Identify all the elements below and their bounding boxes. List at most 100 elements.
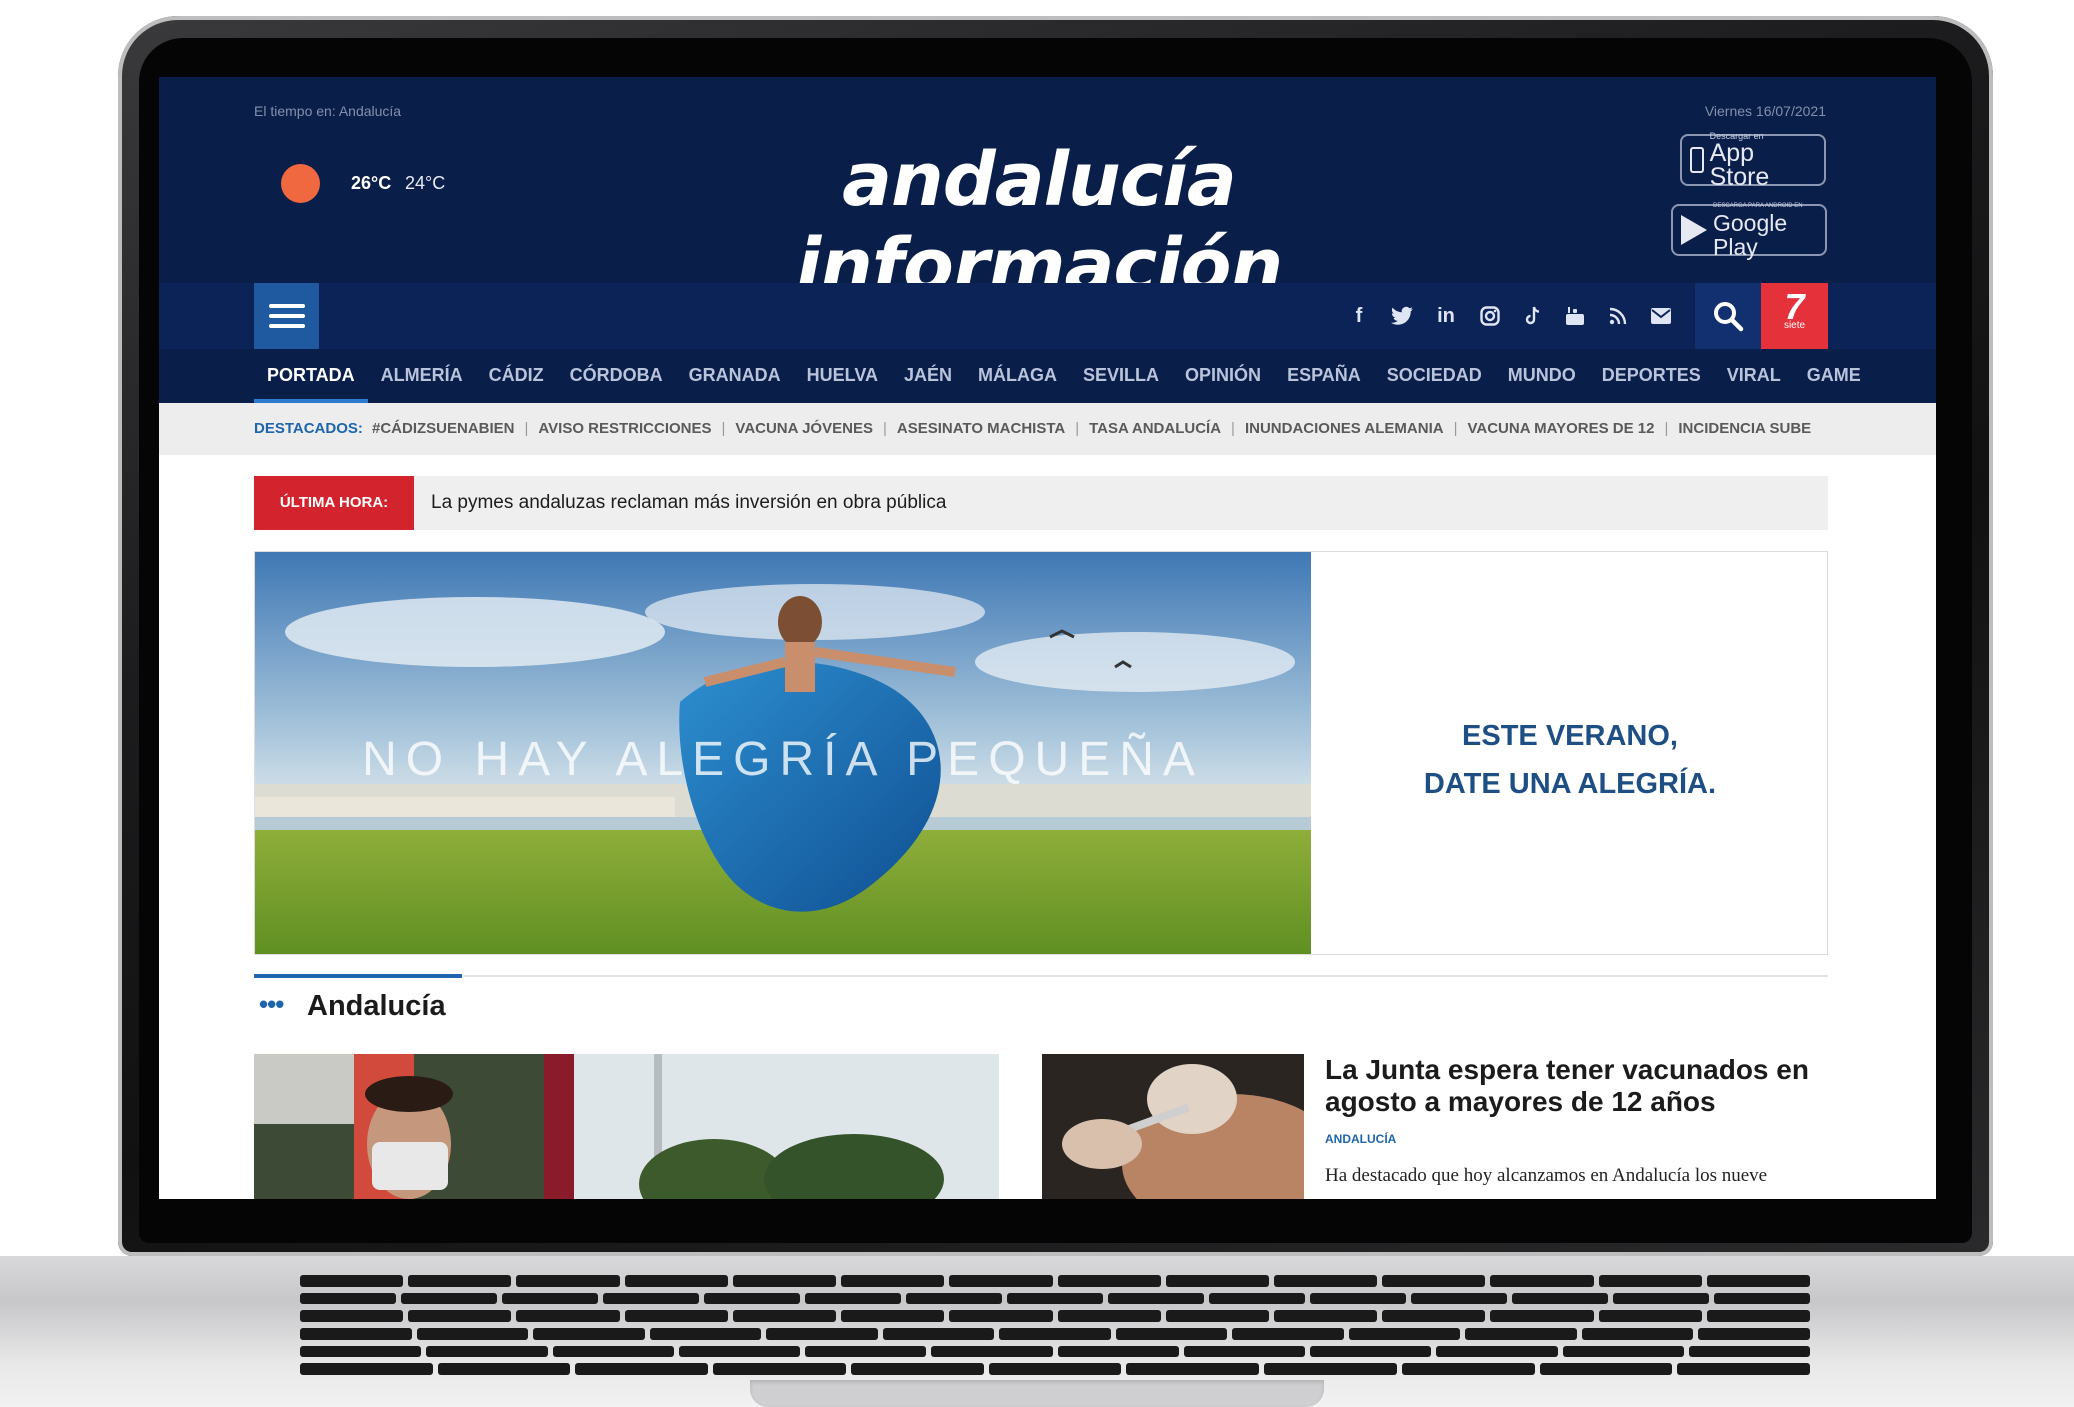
keyboard-key: [805, 1345, 927, 1358]
google-play-button[interactable]: DESCARGA PARA ANDROID EN Google Play: [1671, 203, 1827, 259]
featured-separator: |: [1075, 420, 1080, 437]
browser-screen: El tiempo en: Andalucía 26°C 24°C andalu…: [159, 77, 1936, 1199]
play-icon: [1681, 215, 1707, 245]
nav-item-viral[interactable]: VIRAL: [1714, 349, 1794, 403]
keyboard-key: [1598, 1310, 1702, 1323]
article-thumbnail[interactable]: [1042, 1054, 1304, 1199]
article-main-image[interactable]: [254, 1054, 999, 1199]
featured-separator: |: [882, 420, 887, 437]
site-header: El tiempo en: Andalucía 26°C 24°C andalu…: [159, 77, 1936, 309]
laptop-notch: [750, 1380, 1324, 1407]
keyboard-key: [1677, 1363, 1811, 1376]
article-category[interactable]: ANDALUCÍA: [1325, 1132, 1396, 1146]
facebook-icon[interactable]: f: [1345, 302, 1373, 330]
nav-item-granada[interactable]: GRANADA: [676, 349, 794, 403]
nav-item-mundo[interactable]: MUNDO: [1495, 349, 1589, 403]
featured-topic-link[interactable]: ASESINATO MACHISTA: [897, 420, 1065, 437]
keyboard-key: [1165, 1310, 1269, 1323]
keyboard-key: [1057, 1275, 1161, 1287]
breaking-news-bar: ÚLTIMA HORA: La pymes andaluzas reclaman…: [254, 476, 1828, 530]
keyboard-key: [1598, 1275, 1702, 1287]
keyboard-key: [1539, 1363, 1673, 1376]
keyboard-key: [300, 1345, 422, 1358]
featured-topic-link[interactable]: TASA ANDALUCÍA: [1089, 420, 1221, 437]
advertisement-banner[interactable]: NO HAY ALEGRÍA PEQUEÑA ESTE VERANO, DATE…: [254, 551, 1828, 955]
nav-item-huelva[interactable]: HUELVA: [794, 349, 891, 403]
keyboard-row: [300, 1345, 1810, 1358]
keyboard-key: [841, 1310, 945, 1323]
nav-item-sevilla[interactable]: SEVILLA: [1070, 349, 1172, 403]
keyboard-key: [841, 1275, 945, 1287]
featured-topic-link[interactable]: VACUNA MAYORES DE 12: [1467, 420, 1654, 437]
ad-slogan-right: ESTE VERANO, DATE UNA ALEGRÍA.: [1311, 712, 1827, 808]
keyboard-key: [1264, 1363, 1397, 1376]
hamburger-icon-line: [268, 324, 305, 328]
keyboard-key: [1698, 1328, 1810, 1340]
featured-topic-link[interactable]: AVISO RESTRICCIONES: [538, 420, 711, 437]
nav-item-málaga[interactable]: MÁLAGA: [965, 349, 1070, 403]
temperature-min: 24°C: [405, 173, 446, 193]
keyboard-key: [1273, 1310, 1378, 1323]
nav-item-opinión[interactable]: OPINIÓN: [1172, 349, 1274, 403]
sun-icon: [281, 164, 320, 203]
keyboard-row: [300, 1275, 1811, 1287]
section-title[interactable]: Andalucía: [307, 990, 446, 1023]
keyboard-key: [949, 1310, 1053, 1323]
keyboard-key: [603, 1292, 699, 1305]
ad-slogan-right-line1: ESTE VERANO,: [1462, 720, 1678, 752]
nav-item-game[interactable]: GAME: [1794, 349, 1874, 403]
phone-icon: [1690, 147, 1704, 173]
app-store-button[interactable]: Descargar en App Store: [1680, 131, 1826, 191]
keyboard-key: [1382, 1310, 1486, 1323]
featured-separator: |: [721, 420, 726, 437]
app-store-label: App Store: [1709, 138, 1770, 191]
nav-item-cádiz[interactable]: CÁDIZ: [476, 349, 557, 403]
search-button[interactable]: [1695, 283, 1761, 349]
featured-topic-link[interactable]: VACUNA JÓVENES: [735, 420, 873, 437]
twitter-icon[interactable]: [1388, 302, 1416, 330]
siete-tv-button[interactable]: 7 siete: [1761, 283, 1828, 349]
nav-item-almería[interactable]: ALMERÍA: [368, 349, 476, 403]
keyboard-key: [437, 1363, 571, 1376]
featured-topic-link[interactable]: #CÁDIZSUENABIEN: [372, 420, 515, 437]
hamburger-icon-line: [268, 314, 305, 318]
keyboard-key: [1007, 1292, 1103, 1305]
keyboard-key: [1115, 1328, 1228, 1340]
section-dots-icon: •••: [259, 989, 284, 1019]
search-icon: [1714, 302, 1744, 332]
mail-icon[interactable]: [1647, 302, 1675, 330]
keyboard-key: [575, 1363, 709, 1376]
keyboard-key: [300, 1292, 396, 1305]
nav-item-deportes[interactable]: DEPORTES: [1589, 349, 1714, 403]
keyboard-key: [678, 1345, 800, 1358]
nav-item-españa[interactable]: ESPAÑA: [1274, 349, 1374, 403]
rss-icon[interactable]: [1604, 302, 1632, 330]
nav-item-portada[interactable]: PORTADA: [254, 349, 368, 403]
keyboard-key: [766, 1328, 878, 1340]
breaking-news-headline[interactable]: La pymes andaluzas reclaman más inversió…: [431, 476, 946, 530]
nav-item-jaén[interactable]: JAÉN: [891, 349, 965, 403]
nav-item-sociedad[interactable]: SOCIEDAD: [1374, 349, 1495, 403]
featured-separator: |: [1664, 420, 1669, 437]
linkedin-icon[interactable]: in: [1432, 302, 1460, 330]
keyboard-key: [1183, 1345, 1305, 1358]
keyboard-key: [1714, 1292, 1810, 1305]
breaking-news-label: ÚLTIMA HORA:: [254, 476, 414, 530]
instagram-icon[interactable]: [1476, 302, 1504, 330]
section-divider: [254, 975, 1828, 977]
tiktok-icon[interactable]: [1519, 302, 1547, 330]
menu-button[interactable]: [254, 283, 319, 349]
featured-topic-link[interactable]: INCIDENCIA SUBE: [1678, 420, 1811, 437]
featured-separator: |: [1231, 420, 1235, 437]
article-headline[interactable]: La Junta espera tener vacunados en agost…: [1325, 1054, 1845, 1118]
featured-topic-link[interactable]: INUNDACIONES ALEMANIA: [1245, 420, 1444, 437]
youtube-icon[interactable]: [1561, 302, 1589, 330]
keyboard-key: [1512, 1292, 1608, 1305]
keyboard-key: [533, 1328, 645, 1340]
nav-item-córdoba[interactable]: CÓRDOBA: [557, 349, 676, 403]
article-excerpt: Ha destacado que hoy alcanzamos en Andal…: [1325, 1165, 1768, 1186]
keyboard-key: [1490, 1310, 1594, 1323]
keyboard-key: [988, 1363, 1122, 1376]
keyboard-key: [1411, 1292, 1507, 1305]
keyboard-key: [1348, 1328, 1461, 1340]
